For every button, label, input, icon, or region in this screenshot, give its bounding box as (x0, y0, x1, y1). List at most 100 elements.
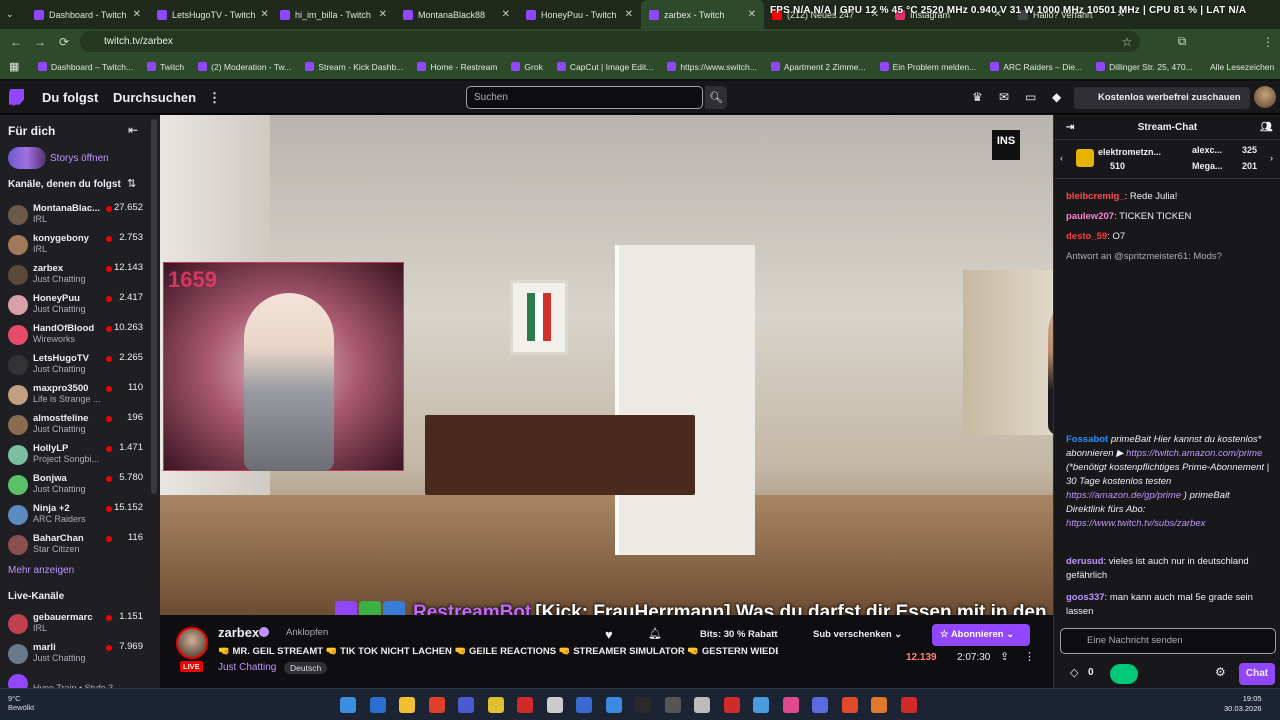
taskbar-app-icon[interactable] (399, 697, 415, 713)
taskbar-app-icon[interactable] (753, 697, 769, 713)
more-options-icon[interactable]: ⋮ (1024, 650, 1035, 663)
users-icon[interactable]: 👥︎ (1260, 115, 1273, 140)
streamer-name[interactable]: zarbex (218, 625, 259, 640)
weather-widget[interactable]: 9°C Bewölkt (8, 694, 34, 712)
browser-tab[interactable]: hi_im_billa - Twitch ✕ (272, 0, 395, 29)
all-bookmarks[interactable]: Alle Lesezeichen (1210, 62, 1274, 72)
hype-icon[interactable] (1110, 664, 1138, 684)
taskbar-app-icon[interactable] (340, 697, 356, 713)
taskbar-app-icon[interactable] (517, 697, 533, 713)
taskbar-app-icon[interactable] (546, 697, 563, 713)
show-more-link[interactable]: Mehr anzeigen (8, 565, 74, 576)
user-avatar[interactable] (1254, 86, 1276, 108)
sidebar-channel[interactable]: HandOfBlood Wireworks 10.263 (0, 321, 150, 351)
tab-list-button[interactable]: ⌄ (0, 0, 26, 29)
sidebar-channel[interactable]: HoneyPuu Just Chatting 2.417 (0, 291, 150, 321)
chat-username[interactable]: paulew207 (1066, 211, 1114, 222)
system-clock[interactable]: 19:05 30.03.2026 (1224, 694, 1262, 714)
share-icon[interactable]: ⇪ (1000, 650, 1009, 663)
reload-icon[interactable]: ⟳ (52, 35, 76, 49)
taskbar-app-icon[interactable] (458, 697, 474, 713)
chat-username[interactable]: desto_59 (1066, 231, 1107, 242)
sidebar-channel[interactable]: zarbex Just Chatting 12.143 (0, 261, 150, 291)
nav-following[interactable]: Du folgst (42, 90, 98, 105)
settings-icon[interactable]: ⚙ (1215, 665, 1226, 679)
stories-avatars[interactable] (8, 147, 46, 169)
sidebar-channel[interactable]: maxpro3500 Life is Strange ... 110 (0, 381, 150, 411)
next-icon[interactable]: › (1270, 153, 1273, 163)
sidebar-channel[interactable]: Ninja +2 ARC Raiders 15.152 (0, 501, 150, 531)
close-tab-icon[interactable]: ✕ (133, 9, 141, 20)
bits-button[interactable]: Bits: 30 % Rabatt (692, 624, 786, 646)
sidebar-channel[interactable]: almostfeline Just Chatting 196 (0, 411, 150, 441)
bookmark-item[interactable]: Home - Restream (417, 62, 497, 72)
bookmark-item[interactable]: Twitch (147, 62, 184, 72)
search-icon[interactable]: 🔍︎ (705, 86, 727, 109)
apps-icon[interactable]: ▦ (9, 60, 19, 73)
taskbar-app-icon[interactable] (812, 697, 828, 713)
heart-icon[interactable]: ♥ (605, 627, 613, 642)
crown-icon[interactable]: ♛ (972, 90, 983, 104)
bookmark-item[interactable]: Stream - Kick Dashb... (305, 62, 403, 72)
bookmark-star-icon[interactable]: ☆ (1115, 35, 1139, 49)
back-icon[interactable]: ← (4, 35, 28, 49)
chat-username[interactable]: bleibcremig_ (1066, 191, 1125, 202)
taskbar-app-icon[interactable] (723, 697, 740, 713)
close-tab-icon[interactable]: ✕ (625, 9, 633, 20)
bookmark-item[interactable]: (2) Moderation - Tw... (198, 62, 291, 72)
collapse-chat-icon[interactable]: ⇥ (1066, 115, 1074, 140)
browser-tab[interactable]: Dashboard - Twitch ✕ (26, 0, 149, 29)
browser-tab[interactable]: zarbex - Twitch ✕ (641, 0, 764, 29)
taskbar-app-icon[interactable] (576, 697, 592, 713)
extensions-icon[interactable]: ⧉ (1170, 34, 1194, 49)
streamer-avatar[interactable] (176, 627, 208, 659)
bookmark-item[interactable]: Grok (511, 62, 543, 72)
sidebar-channel[interactable]: konygebony IRL 2.753 (0, 231, 150, 261)
menu-icon[interactable]: ⋮ (1256, 35, 1280, 49)
chat-link[interactable]: https://amazon.de/gp/prime (1066, 490, 1181, 501)
stream-category[interactable]: Just Chatting (218, 662, 276, 673)
sidebar-scrollbar[interactable] (151, 119, 157, 494)
close-tab-icon[interactable]: ✕ (748, 9, 756, 20)
bookmark-item[interactable]: Apartment 2 Zimme... (770, 62, 866, 72)
sidebar-channel[interactable]: LetsHugoTV Just Chatting 2.265 (0, 351, 150, 381)
channel-points-icon[interactable]: ◇ (1070, 666, 1078, 679)
taskbar-app-icon[interactable] (871, 697, 887, 713)
taskbar-app-icon[interactable] (428, 697, 445, 713)
sidebar-channel[interactable]: MontanaBlac... IRL 27.652 (0, 201, 150, 231)
browser-tab[interactable]: HoneyPuu - Twitch ✕ (518, 0, 641, 29)
chat-username[interactable]: goos337 (1066, 592, 1105, 603)
sidebar-channel[interactable]: BaharChan Star Citizen 116 (0, 531, 150, 561)
close-tab-icon[interactable]: ✕ (502, 9, 510, 20)
bell-icon[interactable]: 🔔︎ (648, 627, 662, 640)
stories-link[interactable]: Storys öffnen (50, 153, 109, 164)
forward-icon[interactable]: → (28, 35, 52, 49)
twitch-logo-icon[interactable] (9, 89, 24, 106)
sort-icon[interactable]: ⇅ (127, 177, 136, 190)
taskbar-app-icon[interactable] (900, 697, 917, 713)
taskbar-app-icon[interactable] (664, 697, 681, 713)
taskbar-app-icon[interactable] (487, 697, 504, 713)
sidebar-channel[interactable]: gebauermarc IRL 1.151 (0, 610, 150, 640)
subscribe-button[interactable]: ☆ Abonnieren ⌄ (932, 624, 1030, 646)
chat-username[interactable]: Fossabot (1066, 434, 1108, 445)
adfree-button[interactable]: Kostenlos werbefrei zuschauen (1074, 87, 1250, 109)
bookmark-item[interactable]: CapCut | Image Edit... (556, 62, 653, 72)
chat-link[interactable]: https://twitch.amazon.com/prime (1126, 448, 1262, 459)
taskbar-app-icon[interactable] (782, 697, 799, 713)
chat-input[interactable]: Eine Nachricht senden (1060, 628, 1276, 654)
close-tab-icon[interactable]: ✕ (379, 9, 387, 20)
prev-icon[interactable]: ‹ (1060, 153, 1063, 163)
chat-username[interactable]: derusud (1066, 556, 1103, 567)
gift-sub-button[interactable]: Sub verschenken ⌄ (805, 624, 910, 646)
bookmark-item[interactable]: Dashboard – Twitch... (38, 62, 133, 72)
more-icon[interactable]: ⋮ (208, 90, 221, 106)
sidebar-channel[interactable]: marli Just Chatting 7.969 (0, 640, 150, 670)
browser-tab[interactable]: MontanaBlack88 ✕ (395, 0, 518, 29)
nav-browse[interactable]: Durchsuchen (113, 90, 196, 105)
taskbar-app-icon[interactable] (369, 697, 386, 713)
collapse-sidebar-icon[interactable]: ⇤ (128, 123, 138, 137)
taskbar-app-icon[interactable] (605, 697, 622, 713)
bits-icon[interactable]: ◆ (1052, 90, 1061, 104)
chat-link[interactable]: https://www.twitch.tv/subs/zarbex (1066, 518, 1205, 529)
